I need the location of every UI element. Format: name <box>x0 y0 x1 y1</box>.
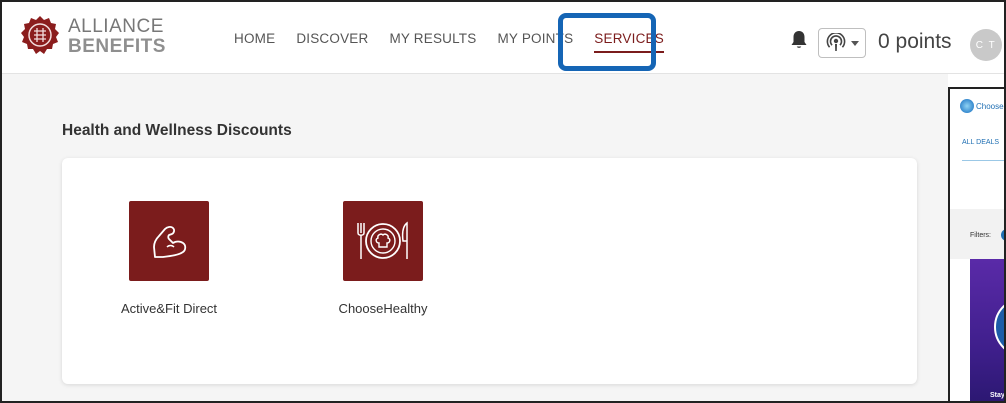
tab-underline <box>962 160 1004 161</box>
brand-logo[interactable]: ALLIANCE BENEFITS <box>18 14 166 58</box>
points-counter: 0 points <box>878 30 952 53</box>
avatar[interactable]: C T <box>970 29 1002 61</box>
filter-toggle[interactable] <box>1001 229 1004 241</box>
brand-name-line2: BENEFITS <box>68 35 166 57</box>
tile-label: Active&Fit Direct <box>120 301 218 316</box>
chevron-down-icon <box>850 40 859 46</box>
app-window: ALLIANCE BENEFITS HOME DISCOVER MY RESUL… <box>0 0 1006 403</box>
brand-name-line1: ALLIANCE <box>68 15 164 37</box>
podcast-icon <box>826 33 845 51</box>
tile-icon-container <box>343 201 423 281</box>
tile-active-fit-direct[interactable]: Active&Fit Direct <box>121 201 217 316</box>
tile-label: ChooseHealthy <box>338 301 428 316</box>
choosehealthy-logo-text: ChooseH <box>976 101 1004 111</box>
nav-discover[interactable]: DISCOVER <box>296 31 368 46</box>
alliance-seal-icon <box>21 16 59 54</box>
choosehealthy-logo-icon <box>960 99 974 113</box>
services-highlight-annotation <box>558 13 656 71</box>
podcast-dropdown-button[interactable] <box>818 28 866 58</box>
filters-label: Filters: <box>970 232 991 239</box>
tile-choosehealthy[interactable]: ChooseHealthy <box>339 201 427 316</box>
top-header: ALLIANCE BENEFITS HOME DISCOVER MY RESUL… <box>2 2 1004 74</box>
choosehealthy-logo: ChooseH <box>960 99 1004 113</box>
tile-icon-container <box>129 201 209 281</box>
bell-icon[interactable] <box>790 30 808 50</box>
flexed-arm-icon <box>153 226 187 258</box>
plate-fork-knife-icon <box>357 221 408 259</box>
section-title: Health and Wellness Discounts <box>62 122 292 139</box>
tab-all-deals[interactable]: ALL DEALS <box>962 139 999 146</box>
choosehealthy-preview-panel: ChooseH ALL DEALS Filters: Stay <box>948 87 1005 401</box>
nav-my-results[interactable]: MY RESULTS <box>389 31 476 46</box>
nav-home[interactable]: HOME <box>234 31 275 46</box>
main-content: Health and Wellness Discounts Active&Fit… <box>2 74 948 401</box>
services-card: Active&Fit Direct ChooseHealthy <box>62 158 917 384</box>
promo-banner-text: Stay <box>990 392 1005 399</box>
